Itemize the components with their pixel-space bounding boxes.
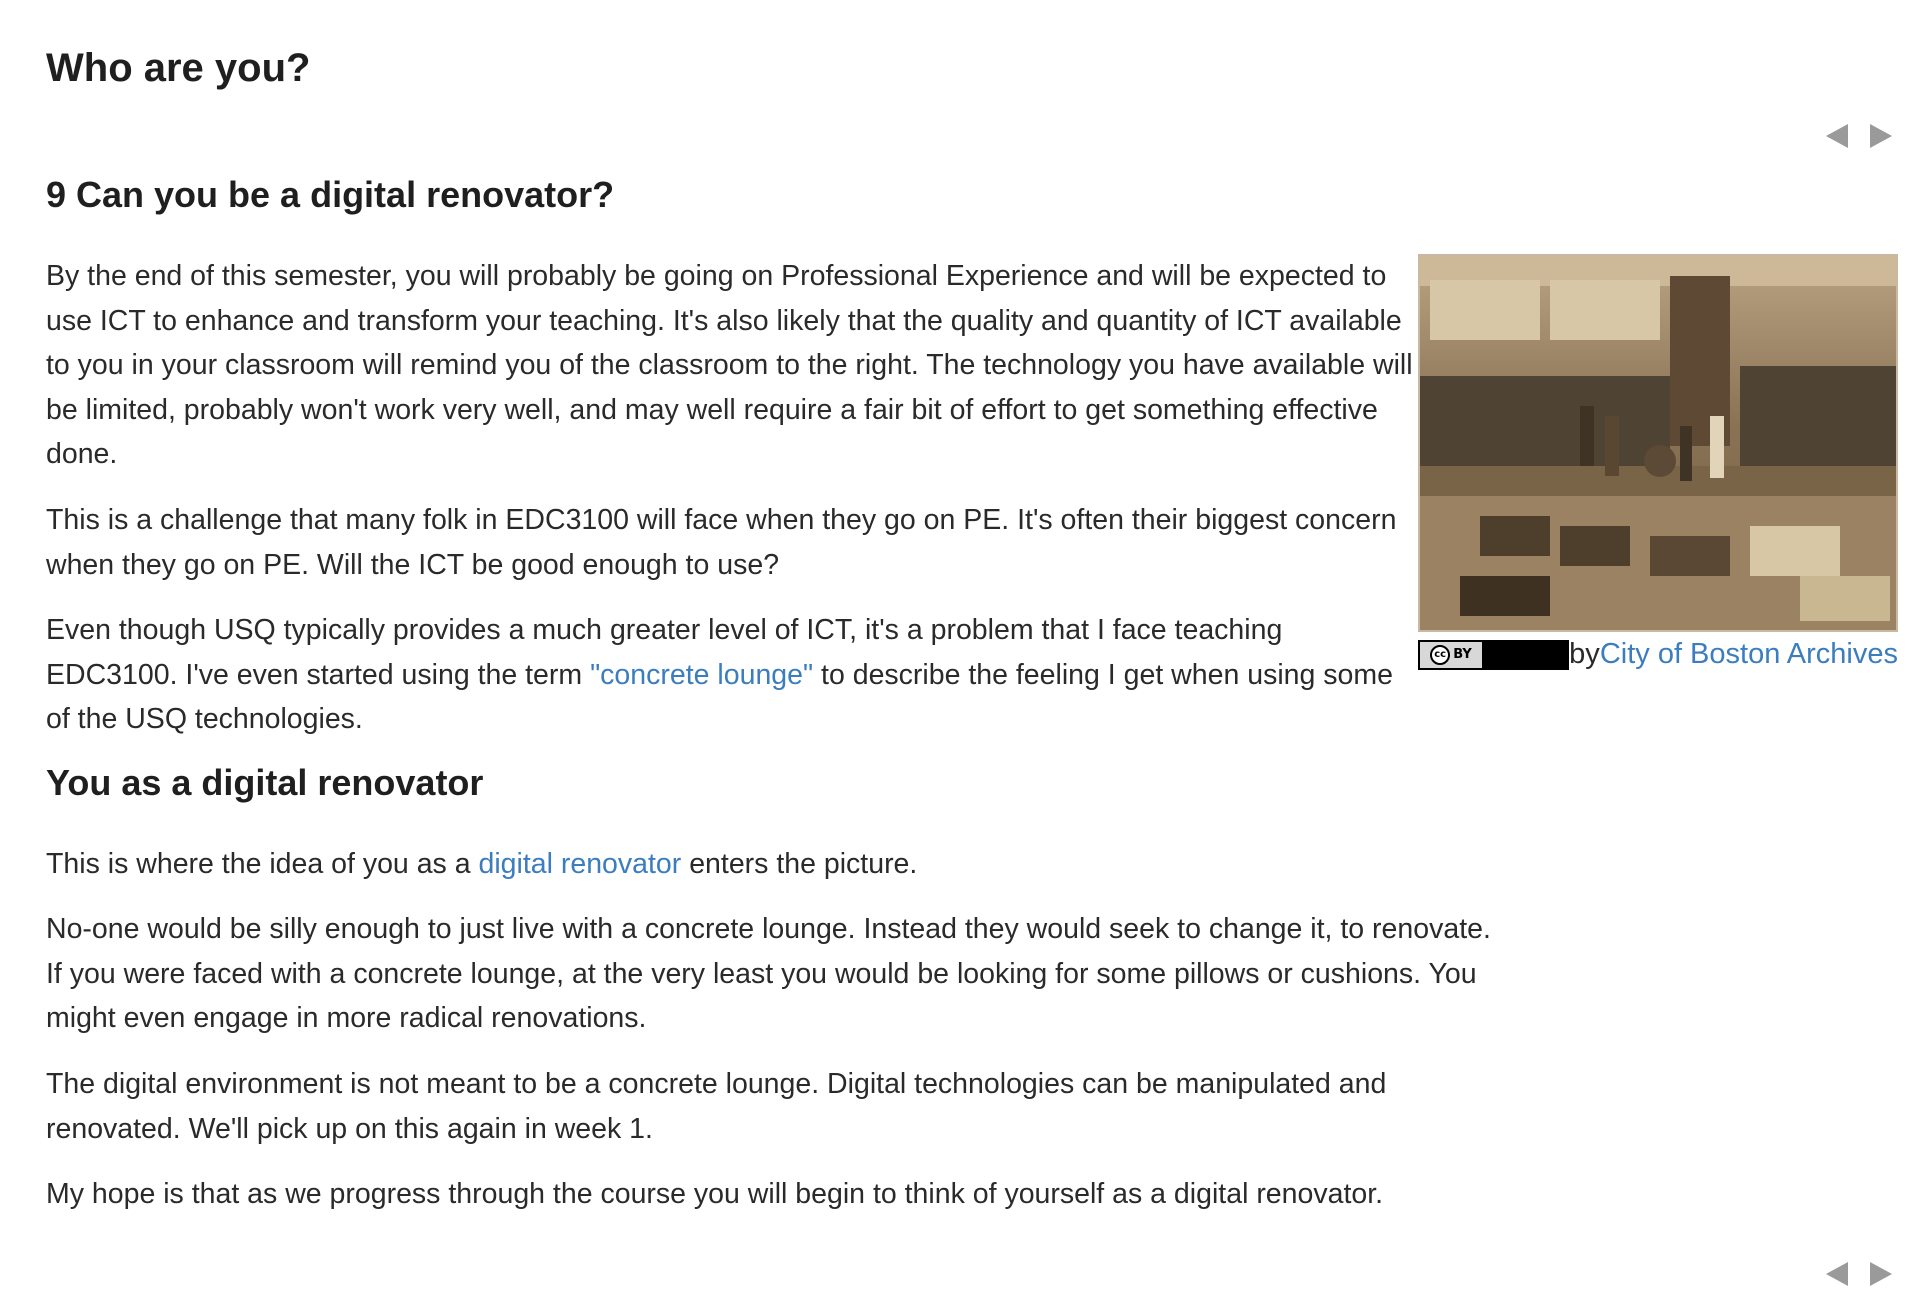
- nav-arrows-top: [1820, 118, 1898, 154]
- classroom-photo: [1418, 254, 1898, 632]
- triangle-left-icon: [1826, 124, 1848, 148]
- cc-by-license-badge[interactable]: cc BY: [1418, 639, 1570, 670]
- page-title: Who are you?: [46, 46, 311, 90]
- paragraph: This is where the idea of you as a digit…: [46, 842, 1496, 887]
- previous-page-button[interactable]: [1820, 1256, 1856, 1292]
- paragraph: The digital environment is not meant to …: [46, 1068, 1387, 1145]
- paragraph: My hope is that as we progress through t…: [46, 1178, 1384, 1210]
- paragraph-text: This is where the idea of you as a: [46, 848, 479, 880]
- next-page-button[interactable]: [1862, 118, 1898, 154]
- triangle-left-icon: [1826, 1262, 1848, 1286]
- triangle-right-icon: [1870, 1262, 1892, 1286]
- previous-page-button[interactable]: [1820, 118, 1856, 154]
- paragraph-text: enters the picture.: [681, 848, 918, 880]
- page: Who are you? 9 Can you be a digital reno…: [0, 0, 1918, 1286]
- section-heading: 9 Can you be a digital renovator?: [46, 174, 615, 215]
- credit-by-text: by: [1569, 638, 1600, 670]
- city-of-boston-archives-link[interactable]: City of Boston Archives: [1600, 638, 1898, 671]
- paragraph: By the end of this semester, you will pr…: [46, 260, 1413, 470]
- section-heading-renovator: You as a digital renovator: [46, 762, 484, 803]
- paragraph: No-one would be silly enough to just liv…: [46, 913, 1491, 1034]
- photo-credit: cc BY by City of Boston Archives: [1418, 638, 1898, 671]
- nav-arrows-bottom: [1820, 1256, 1898, 1292]
- triangle-right-icon: [1870, 124, 1892, 148]
- digital-renovator-link[interactable]: digital renovator: [478, 848, 681, 880]
- concrete-lounge-link[interactable]: "concrete lounge": [590, 659, 813, 691]
- cc-icon: cc: [1430, 644, 1451, 665]
- next-page-button[interactable]: [1862, 1256, 1898, 1292]
- paragraph: Even though USQ typically provides a muc…: [46, 608, 1416, 742]
- by-label: BY: [1453, 647, 1472, 662]
- classroom-figure: cc BY by City of Boston Archives: [1418, 254, 1898, 671]
- paragraph: This is a challenge that many folk in ED…: [46, 504, 1397, 581]
